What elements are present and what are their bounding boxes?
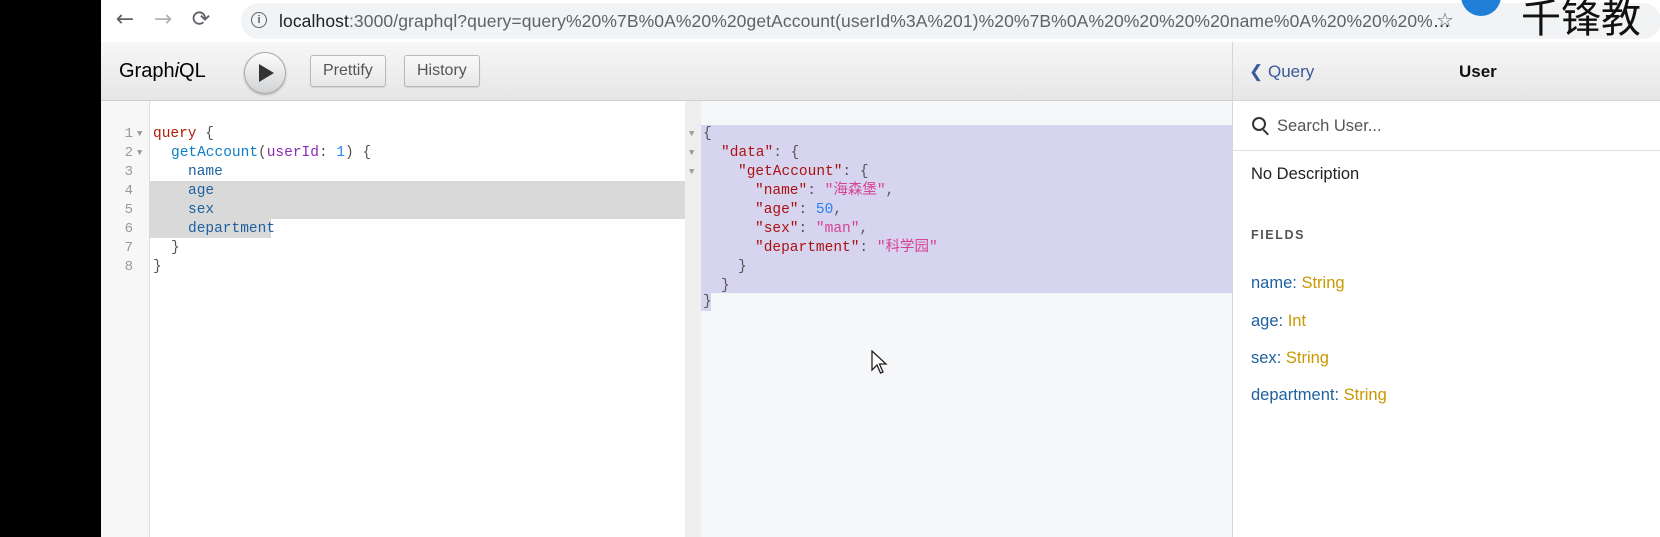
- result-line: "department": "科学园": [755, 240, 938, 256]
- line-number: 3: [124, 164, 133, 180]
- doc-search: [1233, 100, 1660, 151]
- line-number: 5: [124, 202, 133, 218]
- graphiql-logo: GraphiQL: [119, 60, 206, 82]
- result-line: }: [703, 294, 712, 310]
- forward-arrow-icon[interactable]: →: [149, 6, 177, 34]
- result-viewer[interactable]: ▼ ▼ ▼ { "data": { "getAccount": { "name"…: [685, 101, 1301, 537]
- history-button[interactable]: History: [404, 55, 480, 87]
- doc-explorer: ❮ Query User No Description FIELDS name:…: [1232, 42, 1660, 537]
- prettify-button[interactable]: Prettify: [310, 55, 386, 87]
- result-line: "getAccount": {: [738, 164, 869, 180]
- search-icon: [1252, 117, 1266, 131]
- line-number: 1: [124, 126, 133, 142]
- doc-explorer-header: ❮ Query User: [1233, 42, 1660, 101]
- line-number: 2: [124, 145, 133, 161]
- url-text[interactable]: localhost:3000/graphql?query=query%20%7B…: [279, 11, 1459, 32]
- result-line: "name": "海森堡",: [755, 183, 895, 199]
- graphiql-toolbar: GraphiQL Prettify History: [101, 42, 1301, 101]
- field-item[interactable]: department: String: [1251, 386, 1387, 405]
- line-number: 8: [124, 259, 133, 275]
- editor-selection: [149, 181, 685, 219]
- watermark-text: 千锋教: [1521, 0, 1641, 42]
- result-line: "age": 50,: [755, 202, 843, 218]
- field-item[interactable]: name: String: [1251, 274, 1345, 293]
- code-line: department: [188, 221, 276, 237]
- code-line: }: [171, 240, 180, 256]
- query-editor[interactable]: 1 2 3 4 5 6 7 8 ▼ ▼ query { getAccount(u…: [101, 101, 686, 537]
- chevron-left-icon: ❮: [1249, 62, 1268, 81]
- reload-icon[interactable]: ⟳: [187, 6, 215, 34]
- browser-window: ← → ⟳ i localhost:3000/graphql?query=que…: [101, 0, 1660, 537]
- mouse-cursor-icon: [871, 350, 888, 374]
- line-number: 7: [124, 240, 133, 256]
- play-icon: [259, 64, 274, 82]
- doc-explorer-title: User: [1459, 62, 1497, 81]
- back-arrow-icon[interactable]: ←: [111, 6, 139, 34]
- type-description: No Description: [1251, 165, 1360, 183]
- result-line: {: [703, 126, 712, 142]
- result-line: "sex": "man",: [755, 221, 869, 237]
- code-line: getAccount(userId: 1) {: [171, 145, 372, 161]
- code-line: age: [188, 183, 215, 199]
- code-line: }: [153, 259, 162, 275]
- fold-arrow-icon[interactable]: ▼: [689, 163, 694, 182]
- address-bar[interactable]: i localhost:3000/graphql?query=query%20%…: [241, 3, 1660, 39]
- bookmark-star-icon[interactable]: ☆: [1436, 8, 1454, 32]
- result-line: "data": {: [721, 145, 800, 161]
- code-line: name: [188, 164, 223, 180]
- line-number: 4: [124, 183, 133, 199]
- code-line: sex: [188, 202, 215, 218]
- fold-arrow-icon[interactable]: ▼: [689, 125, 694, 144]
- execute-query-button[interactable]: [244, 52, 286, 94]
- fold-arrow-icon[interactable]: ▼: [689, 144, 694, 163]
- field-item[interactable]: sex: String: [1251, 349, 1329, 368]
- fields-heading: FIELDS: [1251, 228, 1306, 242]
- search-input[interactable]: [1275, 113, 1649, 139]
- result-line: }: [738, 259, 747, 275]
- info-icon[interactable]: i: [251, 12, 267, 28]
- browser-toolbar: ← → ⟳ i localhost:3000/graphql?query=que…: [101, 0, 1660, 43]
- doc-back-link[interactable]: ❮ Query: [1249, 62, 1314, 82]
- result-line: }: [721, 278, 730, 294]
- fold-arrow-icon[interactable]: ▼: [137, 125, 142, 144]
- fold-arrow-icon[interactable]: ▼: [137, 144, 142, 163]
- field-item[interactable]: age: Int: [1251, 312, 1306, 331]
- code-line: query {: [153, 126, 214, 142]
- line-number: 6: [124, 221, 133, 237]
